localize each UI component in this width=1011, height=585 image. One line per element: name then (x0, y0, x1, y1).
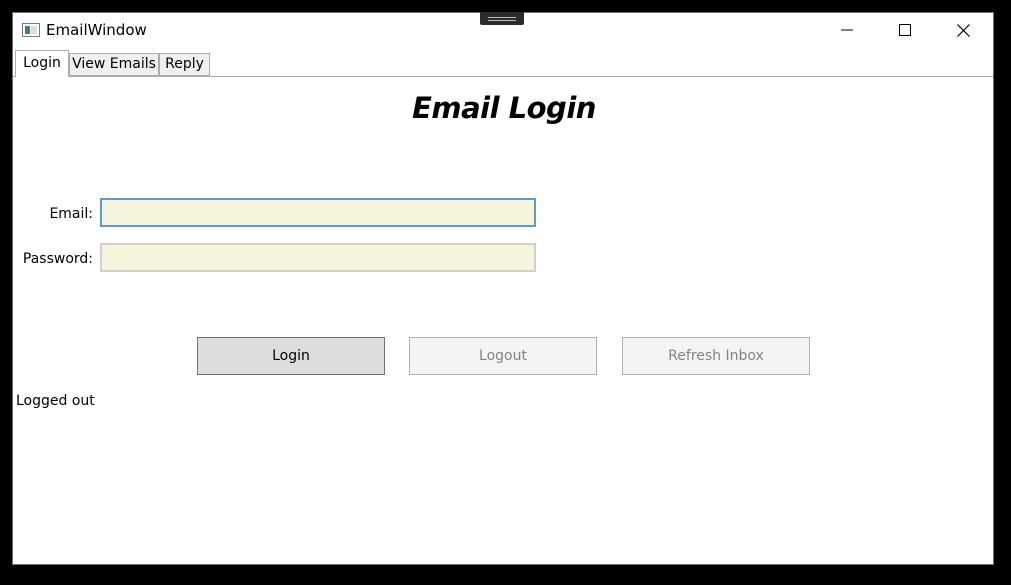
login-button[interactable]: Login (197, 337, 385, 375)
tab-login[interactable]: Login (15, 50, 69, 77)
minimize-icon (841, 29, 853, 31)
tab-content-border (13, 76, 993, 77)
window-title: EmailWindow (46, 21, 147, 39)
maximize-icon (899, 24, 911, 36)
email-label: Email: (49, 206, 93, 222)
tab-view-emails[interactable]: View Emails (69, 53, 159, 76)
password-label: Password: (22, 251, 93, 267)
minimize-button[interactable] (824, 13, 870, 45)
email-field[interactable] (100, 198, 536, 227)
maximize-button[interactable] (882, 13, 928, 45)
close-icon (957, 24, 970, 37)
refresh-inbox-button[interactable]: Refresh Inbox (622, 337, 810, 375)
password-field[interactable] (100, 243, 536, 272)
email-window: EmailWindow Login View Emails Reply Emai… (12, 12, 994, 565)
window-app-icon (22, 23, 40, 37)
tab-strip: Login View Emails Reply (13, 49, 993, 77)
logout-button[interactable]: Logout (409, 337, 597, 375)
drag-handle[interactable] (480, 12, 524, 25)
close-button[interactable] (940, 13, 986, 45)
status-text: Logged out (16, 393, 95, 409)
page-title: Email Login (412, 91, 596, 125)
tab-reply[interactable]: Reply (159, 53, 210, 76)
